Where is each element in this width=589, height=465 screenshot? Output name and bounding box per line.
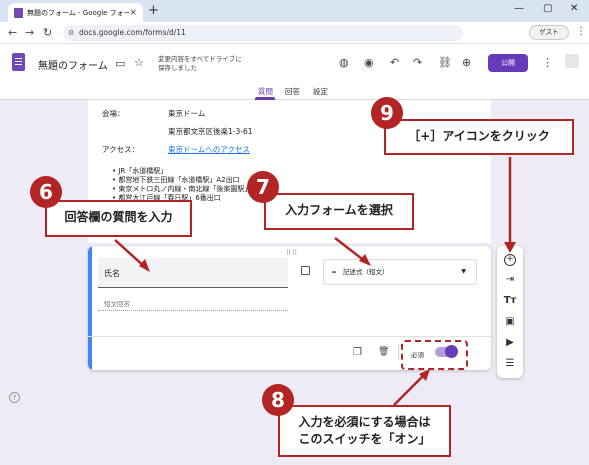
callout-8: 入力を必須にする場合は このスイッチを「オン」	[278, 405, 451, 457]
required-highlight-box	[401, 340, 468, 370]
badge-8: 8	[262, 384, 294, 416]
arrow-8	[393, 372, 427, 406]
callout-9: ［+］アイコンをクリック	[384, 119, 574, 155]
callout-6: 回答欄の質問を入力	[45, 200, 192, 237]
callout-7: 入力フォームを選択	[264, 193, 414, 230]
arrow-7-head	[359, 254, 371, 266]
arrow-6-head	[139, 259, 150, 272]
badge-7: 7	[247, 171, 279, 203]
callout-8-line2: このスイッチを「オン」	[298, 432, 431, 446]
badge-6: 6	[30, 176, 62, 208]
badge-9: 9	[371, 97, 403, 129]
arrow-9-head	[504, 242, 516, 253]
callout-8-line1: 入力を必須にする場合は	[298, 415, 431, 429]
